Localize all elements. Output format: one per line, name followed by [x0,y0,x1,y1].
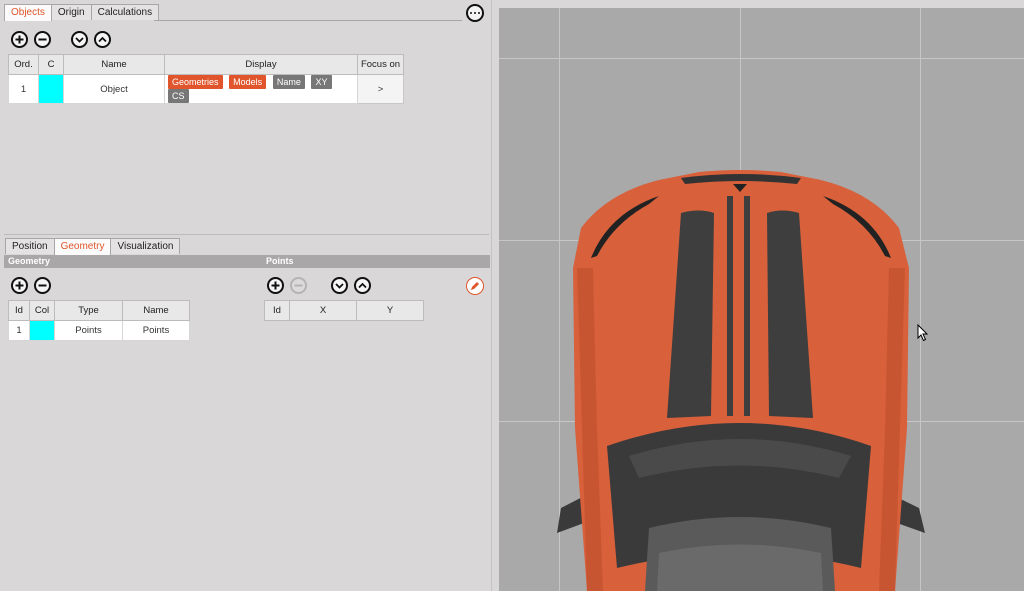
panel-splitter[interactable] [491,0,499,591]
focus-on-button[interactable]: > [357,74,404,104]
remove-point-button[interactable] [290,277,307,294]
remove-icon [294,284,303,287]
tab-origin[interactable]: Origin [50,4,92,20]
remove-object-button[interactable] [34,31,51,48]
geometry-table-header: Id Col Type Name [8,300,190,321]
col-ord[interactable]: Ord. [8,54,39,75]
tab-position[interactable]: Position [5,238,55,254]
point-move-down-button[interactable] [331,277,348,294]
remove-icon [38,38,47,41]
col-y[interactable]: Y [356,300,424,321]
add-geometry-button[interactable] [11,277,28,294]
row-color-swatch[interactable] [38,74,64,104]
edit-pencil-icon [471,282,479,290]
car-model[interactable] [499,8,1024,591]
row-type[interactable]: Points [54,320,123,341]
mouse-cursor-icon [917,324,929,342]
row-display-toggles: Geometries Models Name XY CS [164,74,358,104]
points-table-header: Id X Y [264,300,424,321]
move-up-icon [358,282,367,289]
toggle-cs[interactable]: CS [168,89,189,103]
tab-objects[interactable]: Objects [4,4,52,21]
toggle-xy[interactable]: XY [311,75,332,89]
geometry-section-header: Geometry [4,255,262,268]
move-down-icon [75,37,84,43]
points-table: Id X Y [264,300,424,321]
toggle-models[interactable]: Models [229,75,267,89]
col-col[interactable]: Col [29,300,55,321]
top-tab-underline [154,20,462,21]
objects-table-header: Ord. C Name Display Focus on [8,54,404,75]
col-name[interactable]: Name [63,54,165,75]
col-display[interactable]: Display [164,54,358,75]
row-name[interactable]: Points [122,320,190,341]
geometry-table: Id Col Type Name 1 Points Points [8,300,190,341]
more-options-icon[interactable] [466,4,484,22]
scene-viewport[interactable] [499,8,1024,591]
edit-points-button[interactable] [466,277,484,295]
point-move-up-button[interactable] [354,277,371,294]
row-color-swatch[interactable] [29,320,55,341]
col-x[interactable]: X [289,300,357,321]
col-type[interactable]: Type [54,300,123,321]
top-tabbar: Objects Origin Calculations [4,4,160,21]
tab-geometry[interactable]: Geometry [53,238,112,255]
toggle-geometries[interactable]: Geometries [168,75,223,89]
move-down-button[interactable] [71,31,88,48]
objects-table: Ord. C Name Display Focus on 1 Object Ge… [8,54,404,104]
tab-calculations[interactable]: Calculations [90,4,160,20]
add-icon [15,35,24,44]
add-icon [15,281,24,290]
row-ord: 1 [8,74,39,104]
remove-icon [38,284,47,287]
move-up-button[interactable] [94,31,111,48]
toggle-name[interactable]: Name [272,75,305,89]
add-icon [271,281,280,290]
col-color[interactable]: C [38,54,64,75]
row-id: 1 [8,320,30,341]
col-id[interactable]: Id [264,300,290,321]
points-section-header: Points [262,255,490,268]
pane-divider[interactable] [4,234,489,235]
row-name[interactable]: Object [63,74,165,104]
table-row[interactable]: 1 Points Points [8,320,190,341]
left-panel: Objects Origin Calculations Ord. C Name … [0,0,491,591]
col-name[interactable]: Name [122,300,190,321]
move-up-icon [98,36,107,43]
remove-geometry-button[interactable] [34,277,51,294]
tab-visualization[interactable]: Visualization [110,238,181,254]
add-point-button[interactable] [267,277,284,294]
col-id[interactable]: Id [8,300,30,321]
table-row[interactable]: 1 Object Geometries Models Name XY CS > [8,74,404,104]
col-focus[interactable]: Focus on [357,54,404,75]
move-down-icon [335,283,344,289]
bottom-tabbar: Position Geometry Visualization [5,238,181,255]
add-object-button[interactable] [11,31,28,48]
